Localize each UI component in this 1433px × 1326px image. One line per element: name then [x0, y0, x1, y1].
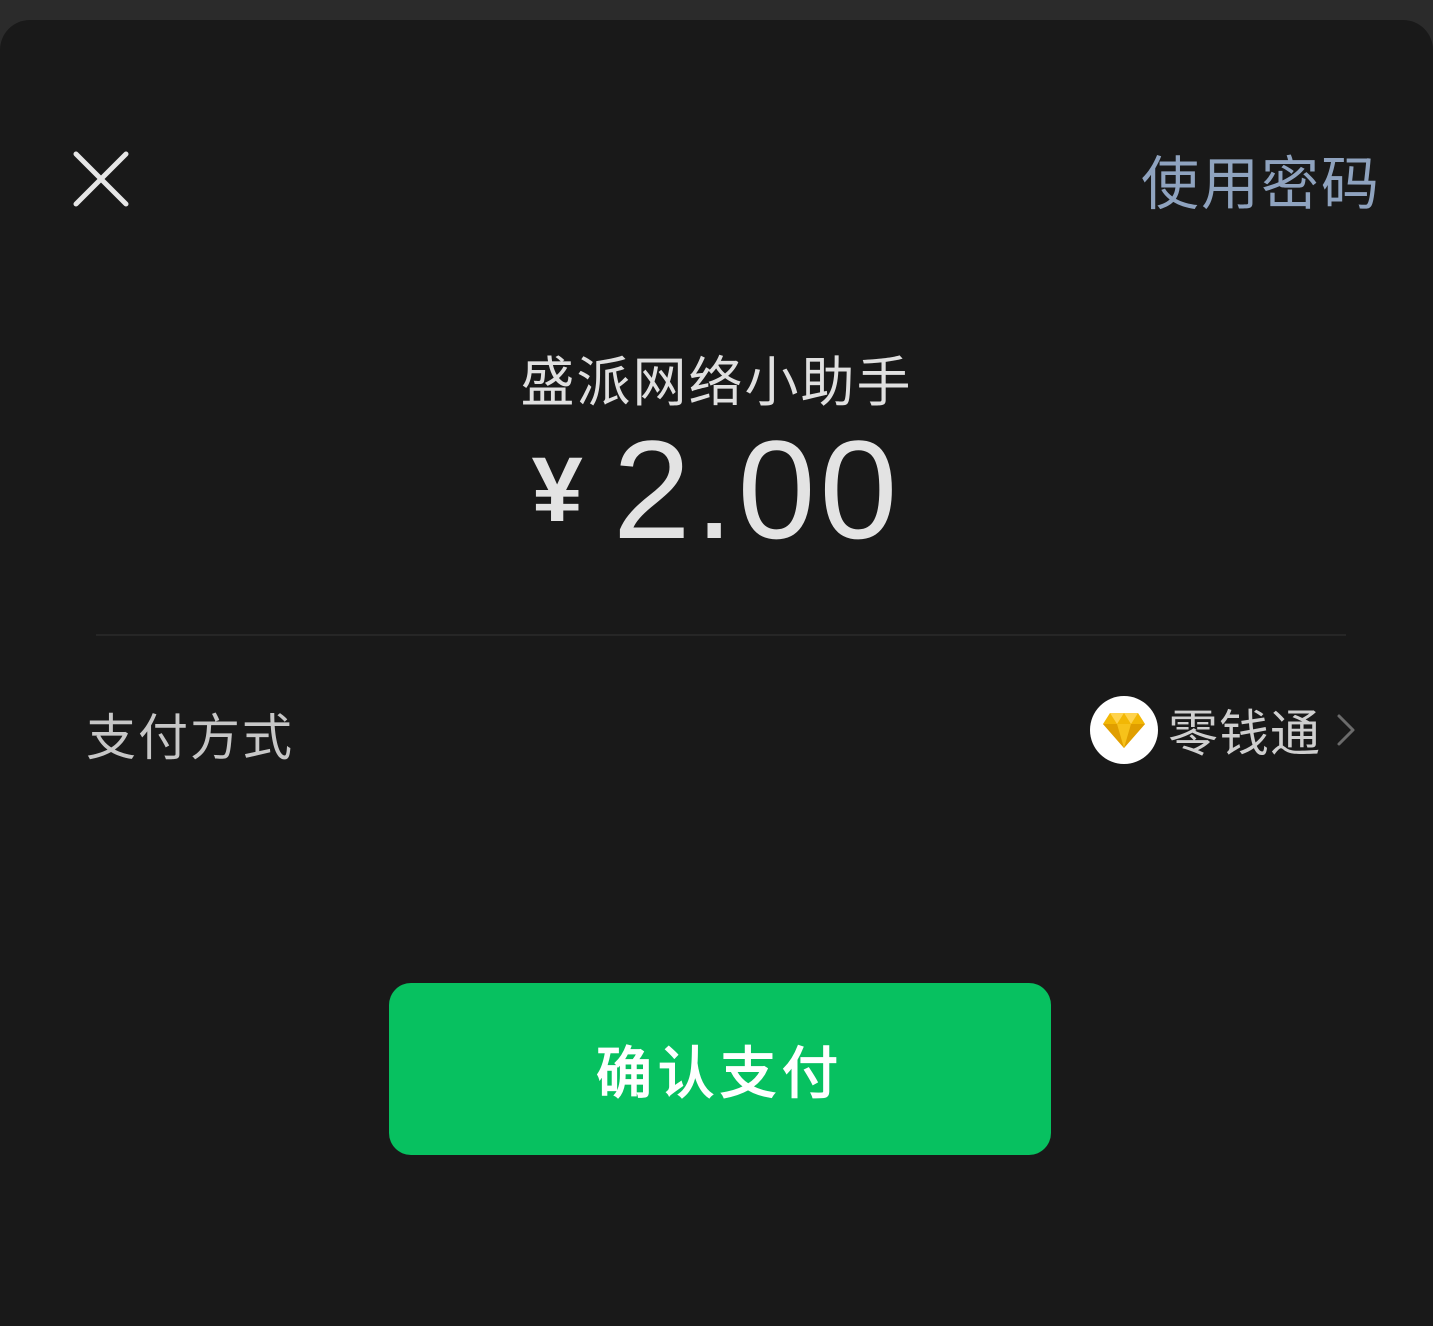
- pay-method-label: 支付方式: [86, 709, 294, 767]
- close-icon: [73, 151, 129, 207]
- close-button[interactable]: [60, 138, 142, 220]
- currency-symbol: ¥: [531, 439, 583, 541]
- pay-method-selector[interactable]: 零钱通: [1090, 690, 1357, 770]
- divider: [96, 634, 1346, 636]
- wallet-badge: [1090, 696, 1158, 764]
- diamond-icon: [1103, 713, 1145, 748]
- merchant-name: 盛派网络小助手: [520, 351, 913, 414]
- amount-value: 2.00: [612, 411, 902, 568]
- use-password-link[interactable]: 使用密码: [1141, 144, 1381, 224]
- amount-display: ¥ 2.00: [0, 420, 1433, 560]
- confirm-pay-button[interactable]: 确认支付: [389, 983, 1051, 1155]
- payment-sheet: 使用密码 盛派网络小助手 ¥ 2.00 支付方式 零钱通 确认支付: [0, 20, 1433, 1326]
- pay-method-name: 零钱通: [1168, 705, 1321, 763]
- chevron-right-icon: [1337, 714, 1355, 746]
